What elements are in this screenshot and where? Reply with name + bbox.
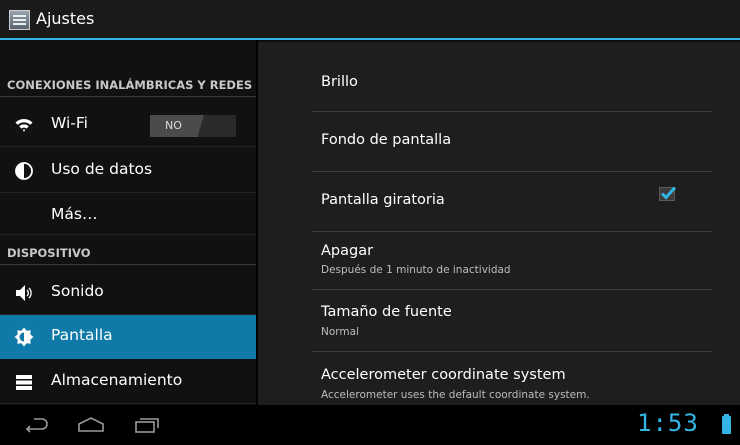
setting-title: Accelerometer coordinate system <box>321 367 566 383</box>
data-usage-icon <box>15 162 33 180</box>
sidebar-item-label: Wi-Fi <box>51 114 88 132</box>
setting-summary: Accelerometer uses the default coordinat… <box>321 389 590 401</box>
setting-title: Brillo <box>321 74 358 90</box>
setting-title: Apagar <box>321 243 374 259</box>
setting-auto-rotate[interactable]: Pantalla giratoria <box>258 172 740 232</box>
category-header-device: DISPOSITIVO <box>0 243 256 265</box>
settings-sidebar: CONEXIONES INALÁMBRICAS Y REDES Wi-Fi NO… <box>0 40 256 405</box>
category-header-wireless: CONEXIONES INALÁMBRICAS Y REDES <box>0 75 256 97</box>
display-settings-panel: Brillo Fondo de pantalla Pantalla girato… <box>258 40 740 405</box>
setting-title: Tamaño de fuente <box>321 304 452 320</box>
category-label: DISPOSITIVO <box>7 246 91 260</box>
clock: 1:53 <box>637 409 699 437</box>
sidebar-item-label: Pantalla <box>51 326 113 344</box>
home-icon[interactable] <box>77 415 105 435</box>
storage-icon <box>16 375 32 390</box>
setting-summary: Después de 1 minuto de inactividad <box>321 264 511 276</box>
system-navigation-bar: 1:53 <box>0 405 740 445</box>
back-icon[interactable] <box>25 415 49 435</box>
category-label: CONEXIONES INALÁMBRICAS Y REDES <box>7 78 253 92</box>
sidebar-item-label: Sonido <box>51 282 104 300</box>
sidebar-item-wifi[interactable]: Wi-Fi NO <box>0 103 256 147</box>
setting-title: Pantalla giratoria <box>321 192 445 208</box>
settings-icon[interactable] <box>9 10 30 30</box>
sidebar-item-display[interactable]: Pantalla <box>0 315 256 359</box>
wifi-toggle-label: NO <box>165 119 182 132</box>
setting-sleep[interactable]: Apagar Después de 1 minuto de inactivida… <box>258 232 740 290</box>
setting-font-size[interactable]: Tamaño de fuente Normal <box>258 290 740 352</box>
setting-wallpaper[interactable]: Fondo de pantalla <box>258 112 740 172</box>
battery-icon <box>722 414 731 434</box>
setting-brightness[interactable]: Brillo <box>258 42 740 112</box>
checkmark-icon <box>660 186 676 200</box>
sidebar-item-more[interactable]: Más… <box>0 193 256 235</box>
app-title: Ajustes <box>36 9 95 28</box>
sidebar-item-label: Uso de datos <box>51 160 153 178</box>
sidebar-item-sound[interactable]: Sonido <box>0 271 256 315</box>
sidebar-item-storage[interactable]: Almacenamiento <box>0 360 256 404</box>
sidebar-item-label: Almacenamiento <box>51 371 183 389</box>
speaker-icon <box>16 285 32 301</box>
sidebar-item-data-usage[interactable]: Uso de datos <box>0 149 256 193</box>
setting-summary: Normal <box>321 326 359 338</box>
recent-apps-icon[interactable] <box>134 415 160 435</box>
action-bar: Ajustes <box>0 0 740 40</box>
sidebar-item-label: Más… <box>51 205 98 223</box>
wifi-toggle[interactable]: NO <box>150 115 236 137</box>
auto-rotate-checkbox[interactable] <box>659 186 676 201</box>
setting-accelerometer-coordinate-system[interactable]: Accelerometer coordinate system Accelero… <box>258 352 740 407</box>
brightness-icon <box>14 327 34 347</box>
wifi-icon <box>15 118 33 132</box>
setting-title: Fondo de pantalla <box>321 132 452 148</box>
